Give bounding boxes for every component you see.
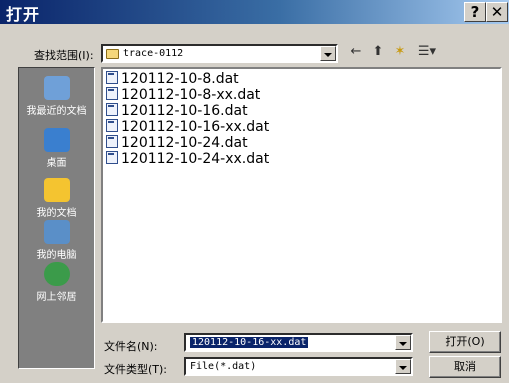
back-icon[interactable]: ← xyxy=(347,44,365,60)
folder-icon xyxy=(106,49,119,59)
file-list[interactable]: 120112-10-8.dat 120112-10-8-xx.dat 12011… xyxy=(101,67,502,323)
lookin-dropdown-button[interactable] xyxy=(320,46,336,61)
lookin-value: trace-0112 xyxy=(123,48,184,59)
dat-file-icon xyxy=(106,135,118,148)
help-button[interactable]: ? xyxy=(464,2,486,22)
list-item[interactable]: 120112-10-24.dat xyxy=(106,135,248,151)
filetype-label: 文件类型(T): xyxy=(104,363,168,376)
place-desktop[interactable]: 桌面 xyxy=(19,128,94,169)
place-recent-label: 我最近的文档 xyxy=(26,106,87,117)
filename-label: 文件名(N): xyxy=(104,340,158,353)
list-item[interactable]: 120112-10-8.dat xyxy=(106,71,239,87)
dialog-title: 打开 xyxy=(6,5,41,24)
place-my-computer-label: 我的电脑 xyxy=(36,250,77,261)
desktop-icon xyxy=(43,128,70,152)
my-computer-icon xyxy=(43,220,70,244)
lookin-combo[interactable]: trace-0112 xyxy=(101,44,338,63)
lookin-label: 查找范围(I): xyxy=(34,49,94,62)
list-item[interactable]: 120112-10-8-xx.dat xyxy=(106,87,260,103)
place-network[interactable]: 网上邻居 xyxy=(19,262,94,303)
filename-input[interactable]: 120112-10-16-xx.dat xyxy=(184,333,413,352)
filetype-select[interactable]: File(*.dat) xyxy=(184,357,413,376)
list-item[interactable]: 120112-10-16.dat xyxy=(106,103,248,119)
places-bar: 我最近的文档 桌面 我的文档 我的电脑 网上邻居 xyxy=(18,67,95,369)
views-menu-icon[interactable]: ☰▾ xyxy=(414,44,440,60)
place-network-label: 网上邻居 xyxy=(36,292,77,303)
title-bar[interactable]: 打开 ? ✕ xyxy=(0,0,509,24)
open-dialog: 打开 ? ✕ 查找范围(I): trace-0112 ← ⬆ ✶ ☰▾ 我最近的… xyxy=(0,0,509,383)
new-folder-icon[interactable]: ✶ xyxy=(391,44,409,60)
list-item[interactable]: 120112-10-16-xx.dat xyxy=(106,119,269,135)
dat-file-icon xyxy=(106,71,118,84)
my-documents-icon xyxy=(43,178,70,202)
place-desktop-label: 桌面 xyxy=(46,158,67,169)
cancel-button[interactable]: 取消 xyxy=(429,356,501,378)
place-my-computer[interactable]: 我的电脑 xyxy=(19,220,94,261)
open-button[interactable]: 打开(O) xyxy=(429,331,501,353)
place-recent[interactable]: 我最近的文档 xyxy=(19,76,94,117)
close-button[interactable]: ✕ xyxy=(486,2,508,22)
filetype-dropdown-button[interactable] xyxy=(395,359,411,374)
list-item[interactable]: 120112-10-24-xx.dat xyxy=(106,151,269,167)
filename-value: 120112-10-16-xx.dat xyxy=(190,337,309,348)
filename-dropdown-button[interactable] xyxy=(395,335,411,350)
dat-file-icon xyxy=(106,103,118,116)
network-icon xyxy=(43,262,70,286)
recent-docs-icon xyxy=(43,76,70,100)
up-folder-icon[interactable]: ⬆ xyxy=(369,44,387,60)
dat-file-icon xyxy=(106,119,118,132)
dat-file-icon xyxy=(106,87,118,100)
place-my-documents[interactable]: 我的文档 xyxy=(19,178,94,219)
dat-file-icon xyxy=(106,151,118,164)
filetype-value: File(*.dat) xyxy=(190,361,257,372)
place-my-documents-label: 我的文档 xyxy=(36,208,77,219)
